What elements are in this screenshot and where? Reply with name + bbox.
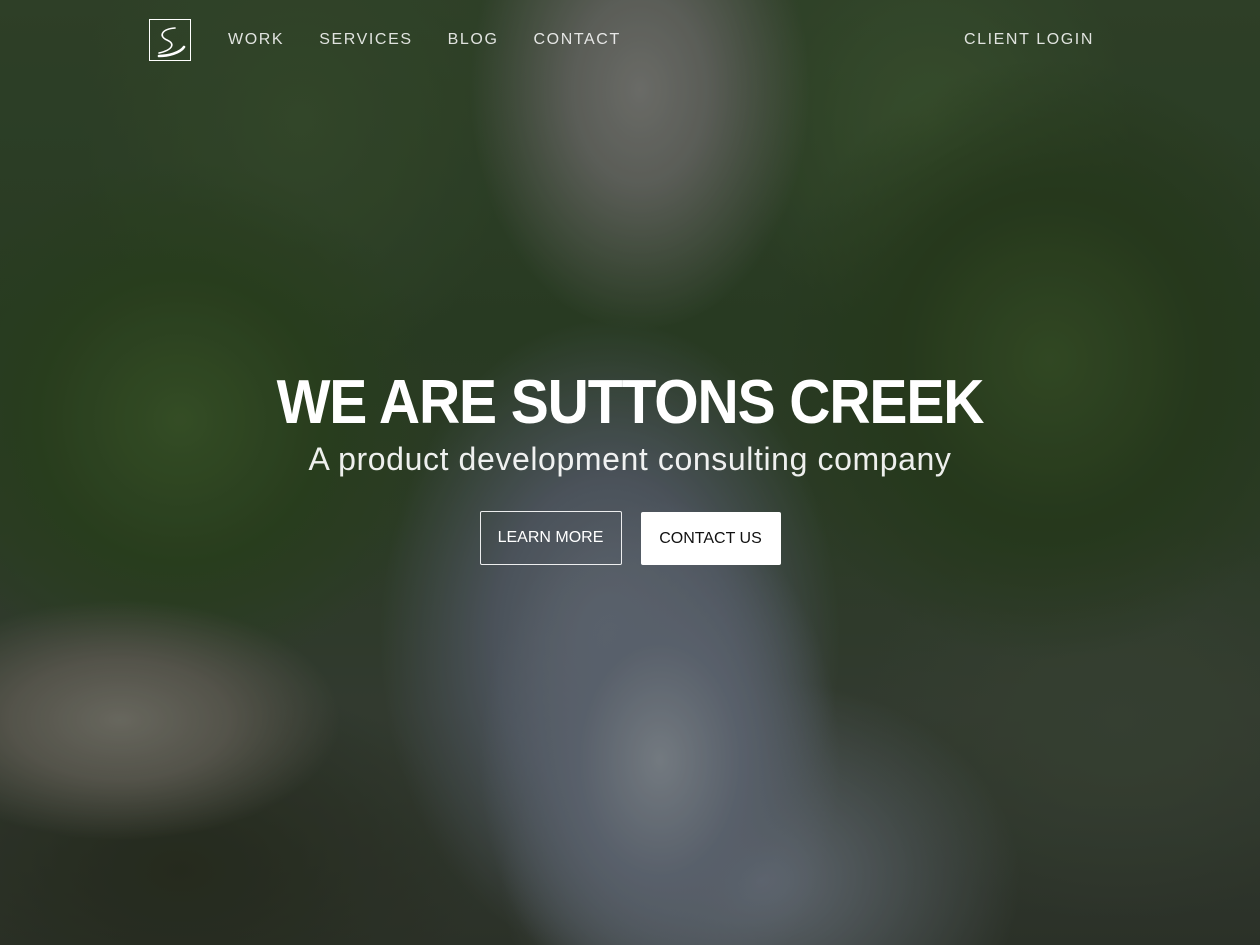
nav-link-services[interactable]: SERVICES (319, 31, 412, 49)
hero-section: WE ARE SUTTONS CREEK A product developme… (0, 368, 1260, 478)
hero-headline: WE ARE SUTTONS CREEK (276, 368, 985, 437)
learn-more-button[interactable]: LEARN MORE (479, 511, 622, 565)
contact-us-button[interactable]: CONTACT US (640, 512, 781, 565)
cta-buttons: LEARN MORE CONTACT US (0, 511, 1260, 565)
nav-link-work[interactable]: WORK (228, 31, 284, 49)
client-login-link[interactable]: CLIENT LOGIN (964, 31, 1094, 49)
main-nav: WORK SERVICES BLOG CONTACT (228, 31, 656, 49)
navbar: WORK SERVICES BLOG CONTACT CLIENT LOGIN (0, 0, 1260, 80)
hero-tagline: A product development consulting company (308, 441, 952, 477)
logo-icon[interactable] (149, 19, 191, 61)
nav-link-blog[interactable]: BLOG (448, 31, 499, 49)
nav-link-contact[interactable]: CONTACT (534, 31, 621, 49)
